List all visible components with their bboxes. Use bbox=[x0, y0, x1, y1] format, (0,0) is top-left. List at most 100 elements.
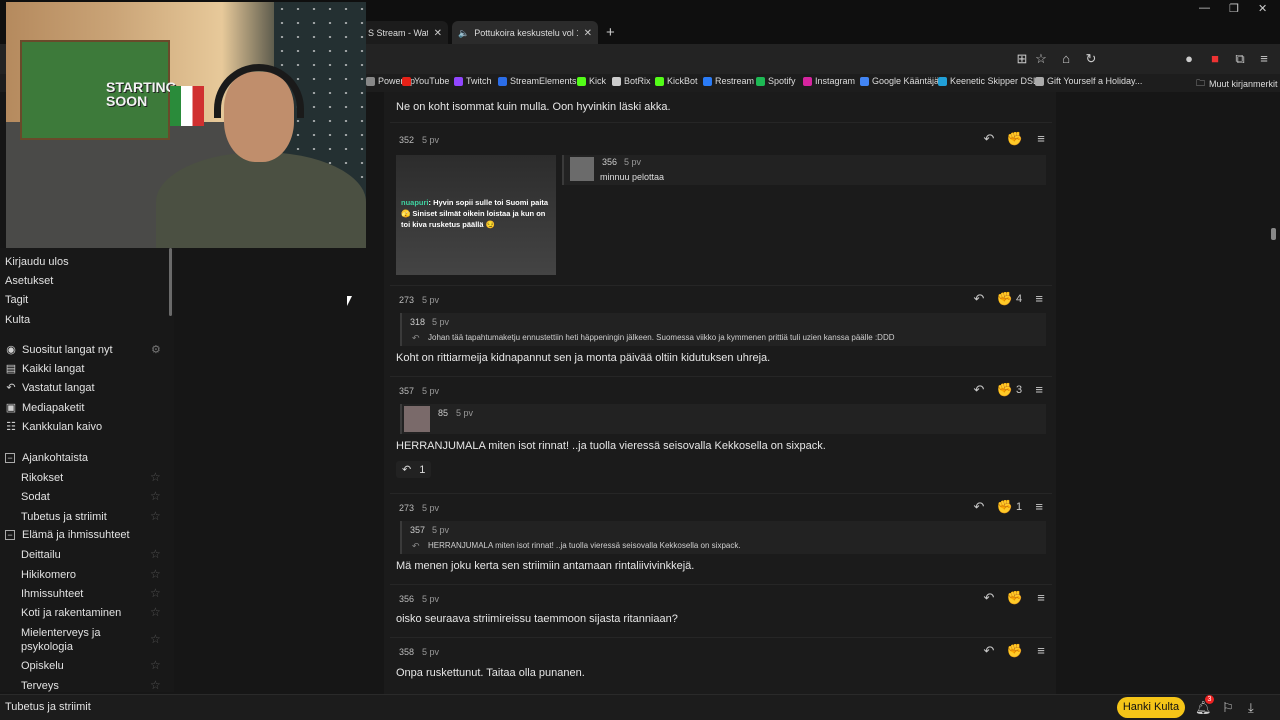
quoted-post[interactable]: 318 5 pv ↶ Johan tää tapahtumaketju ennu… bbox=[400, 313, 1046, 346]
post-menu-icon[interactable]: ≡ bbox=[1030, 498, 1048, 516]
like-icon[interactable]: ✊ bbox=[996, 290, 1014, 308]
star-icon[interactable]: ☆ bbox=[150, 509, 161, 523]
category-life[interactable]: Elämä ja ihmissuhteet bbox=[22, 529, 130, 541]
page-scrollbar[interactable] bbox=[1271, 228, 1276, 240]
current-board[interactable]: Tubetus ja striimit bbox=[5, 701, 91, 713]
quoted-post[interactable]: 357 5 pv ↶ HERRANJUMALA miten isot rinna… bbox=[400, 521, 1046, 554]
post-menu-icon[interactable]: ≡ bbox=[1032, 589, 1050, 607]
like-icon[interactable]: ✊ bbox=[1006, 589, 1024, 607]
sidebar-item-replied[interactable]: Vastatut langat bbox=[22, 382, 95, 394]
board-crimes[interactable]: Rikokset bbox=[21, 471, 63, 485]
reply-count-button[interactable]: ↶ 1 bbox=[396, 461, 432, 478]
collapse-icon[interactable]: − bbox=[5, 453, 15, 463]
close-icon[interactable]: ✕ bbox=[434, 28, 442, 39]
install-app-icon[interactable]: ⊞ bbox=[1014, 51, 1030, 67]
star-icon[interactable]: ☆ bbox=[150, 678, 161, 692]
like-icon[interactable]: ✊ bbox=[1006, 130, 1024, 148]
board-wars[interactable]: Sodat bbox=[21, 490, 50, 504]
bookmark-star-icon[interactable]: ☆ bbox=[1033, 51, 1049, 67]
board-home[interactable]: Koti ja rakentaminen bbox=[21, 606, 121, 620]
like-icon[interactable]: ✊ bbox=[1006, 642, 1024, 660]
board-health[interactable]: Terveys bbox=[21, 679, 59, 693]
sidebar-scrollbar[interactable] bbox=[169, 248, 172, 316]
like-icon[interactable]: ✊ bbox=[996, 381, 1014, 399]
get-gold-button[interactable]: Hanki Kulta bbox=[1117, 697, 1185, 718]
board-relationships[interactable]: Ihmissuhteet bbox=[21, 587, 83, 601]
bookmark-icon[interactable]: ⚐ bbox=[1222, 700, 1234, 716]
gold-link[interactable]: Kulta bbox=[5, 314, 30, 326]
close-icon[interactable]: ✕ bbox=[584, 28, 592, 39]
category-current-affairs[interactable]: Ajankohtaista bbox=[22, 452, 88, 464]
speaker-icon[interactable]: 🔈 bbox=[458, 28, 469, 39]
logout-link[interactable]: Kirjaudu ulos bbox=[5, 256, 69, 268]
bookmark-item[interactable]: Kick bbox=[577, 76, 606, 86]
star-icon[interactable]: ☆ bbox=[150, 586, 161, 600]
maximize-button[interactable]: ❐ bbox=[1229, 2, 1239, 15]
reply-icon[interactable]: ↶ bbox=[970, 381, 988, 399]
close-window-button[interactable]: ✕ bbox=[1258, 2, 1267, 15]
collapse-icon[interactable]: − bbox=[5, 530, 15, 540]
bookmark-item[interactable]: Instagram bbox=[803, 76, 855, 86]
bookmark-item[interactable]: StreamElements bbox=[498, 76, 577, 86]
board-mental-health[interactable]: Mielenterveys ja psykologia bbox=[21, 626, 131, 654]
post-number[interactable]: 352 bbox=[399, 135, 414, 145]
post-menu-icon[interactable]: ≡ bbox=[1032, 130, 1050, 148]
extension-icon[interactable]: ● bbox=[1181, 51, 1197, 67]
minimize-button[interactable]: — bbox=[1199, 2, 1210, 14]
reply-icon[interactable]: ↶ bbox=[980, 642, 998, 660]
reply-icon[interactable]: ↶ bbox=[970, 290, 988, 308]
star-icon[interactable]: ☆ bbox=[150, 605, 161, 619]
settings-link[interactable]: Asetukset bbox=[5, 275, 53, 287]
post-number[interactable]: 358 bbox=[399, 647, 414, 657]
bookmark-item[interactable]: BotRix bbox=[612, 76, 651, 86]
bookmark-item[interactable]: Gift Yourself a Holiday... bbox=[1035, 76, 1142, 86]
gear-icon[interactable]: ⚙ bbox=[151, 343, 161, 356]
sidebar-item-media[interactable]: Mediapaketit bbox=[22, 402, 84, 414]
post-number[interactable]: 273 bbox=[399, 503, 414, 513]
post-menu-icon[interactable]: ≡ bbox=[1030, 290, 1048, 308]
board-studying[interactable]: Opiskelu bbox=[21, 659, 64, 673]
bookmark-item[interactable]: Restream bbox=[703, 76, 754, 86]
sidebar-item-well[interactable]: Kankkulan kaivo bbox=[22, 421, 102, 433]
reload-icon[interactable]: ↻ bbox=[1083, 51, 1099, 67]
reply-preview[interactable]: 356 5 pv minnuu pelottaa bbox=[562, 155, 1046, 185]
star-icon[interactable]: ☆ bbox=[150, 567, 161, 581]
bookmark-item[interactable]: KickBot bbox=[655, 76, 698, 86]
post-image[interactable]: nuapuri: Hyvin sopii sulle toi Suomi pai… bbox=[396, 155, 556, 275]
download-icon[interactable]: ⤓ bbox=[1248, 700, 1254, 716]
bookmark-item[interactable]: Twitch bbox=[454, 76, 492, 86]
board-hikikomero[interactable]: Hikikomero bbox=[21, 568, 76, 582]
bookmark-item[interactable]: Google Kääntäjä bbox=[860, 76, 939, 86]
star-icon[interactable]: ☆ bbox=[150, 632, 161, 646]
reply-icon[interactable]: ↶ bbox=[980, 589, 998, 607]
like-icon[interactable]: ✊ bbox=[996, 498, 1014, 516]
board-streaming[interactable]: Tubetus ja striimit bbox=[21, 510, 107, 524]
tab-stream[interactable]: S Stream - Watch Li ✕ bbox=[362, 21, 448, 45]
star-icon[interactable]: ☆ bbox=[150, 658, 161, 672]
reply-icon[interactable]: ↶ bbox=[970, 498, 988, 516]
bookmark-item[interactable]: Spotify bbox=[756, 76, 796, 86]
menu-icon[interactable]: ≡ bbox=[1256, 51, 1272, 67]
quoted-post[interactable]: 85 5 pv bbox=[400, 404, 1046, 434]
tab-pottukoira[interactable]: 🔈 Pottukoira keskustelu vol 10 ✕ bbox=[452, 21, 598, 45]
new-tab-button[interactable]: + bbox=[606, 24, 615, 41]
post-number[interactable]: 273 bbox=[399, 295, 414, 305]
extensions-puzzle-icon[interactable]: ⧉ bbox=[1232, 51, 1248, 67]
sidebar-item-trending[interactable]: Suositut langat nyt bbox=[22, 344, 113, 356]
post-menu-icon[interactable]: ≡ bbox=[1032, 642, 1050, 660]
star-icon[interactable]: ☆ bbox=[150, 470, 161, 484]
post-number[interactable]: 357 bbox=[399, 386, 414, 396]
home-icon[interactable]: ⌂ bbox=[1058, 51, 1074, 67]
adblock-icon[interactable]: ■ bbox=[1207, 51, 1223, 67]
sidebar-item-all-threads[interactable]: Kaikki langat bbox=[22, 363, 84, 375]
other-bookmarks[interactable]: 🗀 Muut kirjanmerkit bbox=[1196, 76, 1278, 92]
board-dating[interactable]: Deittailu bbox=[21, 548, 61, 562]
bookmark-item[interactable]: Keenetic Skipper DSL bbox=[938, 76, 1038, 86]
post-menu-icon[interactable]: ≡ bbox=[1030, 381, 1048, 399]
bookmark-item[interactable]: YouTube bbox=[402, 76, 449, 86]
star-icon[interactable]: ☆ bbox=[150, 547, 161, 561]
post-number[interactable]: 356 bbox=[399, 594, 414, 604]
reply-icon[interactable]: ↶ bbox=[980, 130, 998, 148]
tags-link[interactable]: Tagit bbox=[5, 294, 28, 306]
star-icon[interactable]: ☆ bbox=[150, 489, 161, 503]
